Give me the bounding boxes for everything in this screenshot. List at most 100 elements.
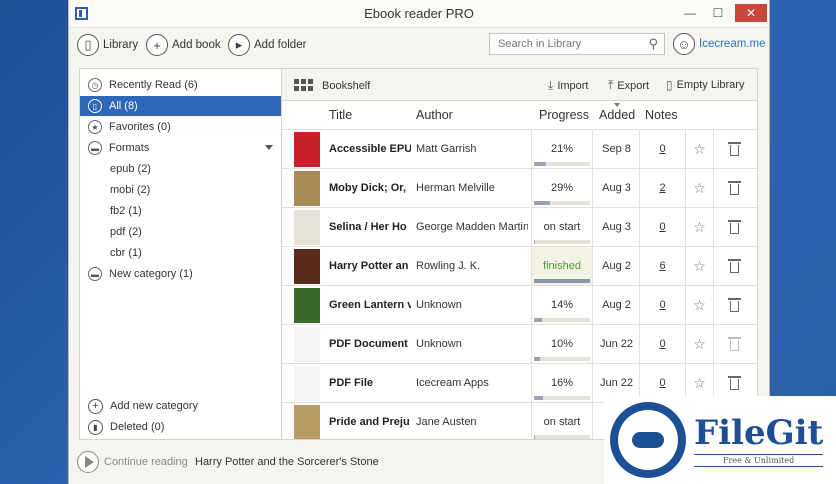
progress-text: on start — [543, 416, 581, 428]
book-title[interactable]: PDF File — [329, 364, 411, 402]
trash-icon — [727, 376, 741, 390]
favorite-star-icon[interactable]: ☆ — [686, 325, 714, 363]
book-title[interactable]: Pride and Preju — [329, 403, 411, 439]
favorite-star-icon[interactable]: ☆ — [686, 247, 714, 285]
import-button[interactable]: ⤓ Import — [548, 78, 589, 93]
account-link[interactable]: ☺ Icecream.me — [673, 33, 765, 55]
delete-button[interactable] — [714, 169, 754, 207]
book-cover[interactable] — [294, 249, 320, 284]
table-row[interactable]: Harry Potter an Rowling J. K. finished Aug … — [282, 246, 757, 285]
add-new-category-label: Add new category — [110, 400, 199, 412]
column-title[interactable]: Title — [329, 108, 352, 122]
book-cover[interactable] — [294, 405, 320, 439]
add-book-label: Add book — [172, 39, 221, 51]
plus-icon: + — [88, 398, 103, 414]
download-icon: ⤓ — [548, 78, 554, 92]
table-header: Title Author Progress Added Notes — [282, 101, 757, 129]
search-icon[interactable]: ⚲ — [648, 36, 658, 52]
delete-button[interactable] — [714, 247, 754, 285]
table-row[interactable]: Moby Dick; Or, Herman Melville 29% Aug 3 2 ☆ — [282, 168, 757, 207]
add-folder-button[interactable]: ▸ Add folder — [228, 34, 306, 56]
notes-link[interactable]: 0 — [640, 325, 686, 363]
table-row[interactable]: Accessible EPUB Matt Garrish 21% Sep 8 0 ☆ — [282, 129, 757, 168]
book-author: Matt Garrish — [416, 143, 477, 155]
sidebar: ◷ Recently Read (6) ▯ All (8) ★ Favorite… — [79, 68, 282, 440]
book-title[interactable]: PDF Document — [329, 325, 411, 363]
sidebar-item-fb2[interactable]: fb2 (1) — [110, 201, 142, 221]
play-icon[interactable] — [77, 451, 99, 473]
add-book-button[interactable]: + Add book — [146, 34, 221, 56]
delete-button[interactable] — [714, 286, 754, 324]
notes-link[interactable]: 0 — [640, 286, 686, 324]
continue-reading-label[interactable]: Continue reading — [104, 456, 188, 468]
progress-cell: 10% — [531, 325, 593, 363]
bookshelf-title: Bookshelf — [322, 80, 371, 92]
sidebar-item-deleted[interactable]: ▮ Deleted (0) — [80, 417, 281, 437]
add-new-category-button[interactable]: + Add new category — [80, 396, 281, 416]
book-cover[interactable] — [294, 288, 320, 323]
continue-book-title[interactable]: Harry Potter and the Sorcerer's Stone — [195, 456, 379, 468]
notes-link[interactable]: 0 — [640, 130, 686, 168]
filegit-watermark: FileGit Free & Unlimited — [604, 396, 836, 484]
notes-link[interactable]: 2 — [640, 169, 686, 207]
favorite-star-icon[interactable]: ☆ — [686, 286, 714, 324]
minimize-button[interactable]: — — [677, 4, 703, 22]
maximize-button[interactable]: ☐ — [705, 4, 731, 22]
sidebar-item-formats[interactable]: ▬ Formats — [80, 138, 281, 158]
library-button[interactable]: ▯ Library — [77, 34, 138, 56]
empty-library-label: Empty Library — [676, 79, 745, 91]
book-icon: ▯ — [88, 99, 102, 113]
book-title[interactable]: Accessible EPUB — [329, 130, 411, 168]
trash-icon — [727, 337, 741, 351]
search-box[interactable]: ⚲ — [489, 33, 665, 55]
favorite-star-icon[interactable]: ☆ — [686, 208, 714, 246]
close-button[interactable]: ✕ — [735, 4, 767, 22]
added-date: Aug 2 — [594, 286, 640, 324]
book-title[interactable]: Green Lantern v — [329, 286, 411, 324]
progress-bar — [534, 318, 590, 322]
column-author[interactable]: Author — [416, 108, 453, 122]
sidebar-item-mobi[interactable]: mobi (2) — [110, 180, 150, 200]
book-cover[interactable] — [294, 171, 320, 206]
sidebar-item-all[interactable]: ▯ All (8) — [80, 96, 281, 116]
sidebar-item-pdf[interactable]: pdf (2) — [110, 222, 142, 242]
sidebar-item-new-category[interactable]: ▬ New category (1) — [80, 264, 281, 284]
table-row[interactable]: Green Lantern v Unknown 14% Aug 2 0 ☆ — [282, 285, 757, 324]
book-cover[interactable] — [294, 132, 320, 167]
progress-text: 14% — [550, 299, 574, 311]
sidebar-item-recently-read[interactable]: ◷ Recently Read (6) — [80, 75, 281, 95]
added-date: Jun 22 — [594, 325, 640, 363]
table-row[interactable]: PDF Document Unknown 10% Jun 22 0 ☆ — [282, 324, 757, 363]
book-title[interactable]: Harry Potter an — [329, 247, 411, 285]
sidebar-item-epub[interactable]: epub (2) — [110, 159, 151, 179]
column-notes[interactable]: Notes — [645, 108, 678, 122]
column-added[interactable]: Added — [599, 108, 635, 122]
delete-button[interactable] — [714, 208, 754, 246]
notes-link[interactable]: 0 — [640, 208, 686, 246]
book-title[interactable]: Selina / Her Ho — [329, 208, 411, 246]
progress-text: finished — [543, 260, 581, 272]
sidebar-item-favorites[interactable]: ★ Favorites (0) — [80, 117, 281, 137]
empty-library-button[interactable]: ▯ Empty Library — [666, 78, 744, 92]
export-button[interactable]: ⤒ Export — [608, 78, 649, 93]
bookshelf-panel: Bookshelf ⤓ Import ⤒ Export ▯ Empty Libr… — [282, 68, 758, 440]
favorite-star-icon[interactable]: ☆ — [686, 169, 714, 207]
search-input[interactable] — [498, 38, 646, 50]
delete-button[interactable] — [714, 130, 754, 168]
delete-button[interactable] — [714, 325, 754, 363]
deleted-label: Deleted (0) — [110, 421, 165, 433]
grid-view-icon[interactable] — [294, 79, 314, 91]
book-cover[interactable] — [294, 327, 320, 362]
book-title[interactable]: Moby Dick; Or, — [329, 169, 411, 207]
add-folder-icon: ▸ — [228, 34, 250, 56]
column-progress[interactable]: Progress — [539, 108, 589, 122]
table-row[interactable]: Selina / Her Ho George Madden Martin on st… — [282, 207, 757, 246]
favorite-star-icon[interactable]: ☆ — [686, 130, 714, 168]
book-cover[interactable] — [294, 366, 320, 401]
book-cover[interactable] — [294, 210, 320, 245]
chevron-down-icon[interactable] — [265, 145, 273, 150]
notes-link[interactable]: 6 — [640, 247, 686, 285]
progress-bar-fill — [534, 279, 590, 283]
progress-bar — [534, 240, 590, 244]
sidebar-item-cbr[interactable]: cbr (1) — [110, 243, 142, 263]
